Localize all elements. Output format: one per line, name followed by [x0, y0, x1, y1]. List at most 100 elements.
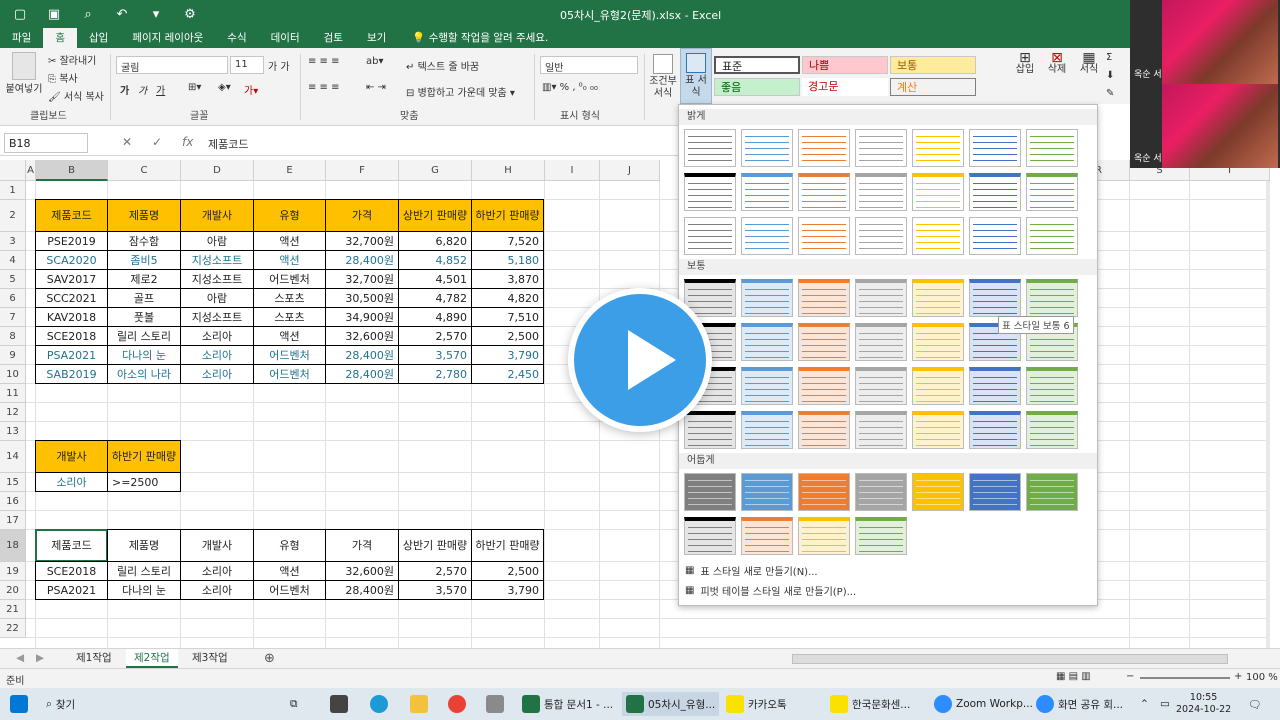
- formula-input[interactable]: 제품코드: [208, 136, 248, 152]
- column-header[interactable]: E: [254, 160, 326, 181]
- font-size-select[interactable]: 11: [230, 56, 264, 74]
- conditional-format-button[interactable]: 조건부 서식: [648, 54, 678, 100]
- table-cell[interactable]: 소리아: [180, 326, 254, 346]
- accounting-icon[interactable]: ▥▾ % , ⁰₀ ₀₀: [542, 82, 598, 93]
- result-cell[interactable]: SCE2018: [35, 561, 108, 581]
- table-cell[interactable]: 아람: [180, 231, 254, 251]
- table-cell[interactable]: 4,782: [398, 288, 472, 308]
- taskbar-screen-share[interactable]: 화면 공유 회...: [1036, 692, 1123, 716]
- tab-file[interactable]: 파일: [0, 28, 43, 48]
- table-style-medium[interactable]: [1026, 367, 1078, 405]
- bold-button[interactable]: 가: [120, 82, 129, 97]
- table-style-medium[interactable]: [741, 411, 793, 449]
- row-header[interactable]: 7: [0, 308, 26, 327]
- column-header[interactable]: I: [545, 160, 600, 181]
- tray-chevron-icon[interactable]: ⌃: [1140, 692, 1149, 716]
- table-style-medium[interactable]: [741, 279, 793, 317]
- tell-me-box[interactable]: 💡 수행할 작업을 알려 주세요.: [398, 28, 548, 48]
- table-cell[interactable]: 28,400원: [325, 345, 399, 365]
- table-cell[interactable]: 아람: [180, 288, 254, 308]
- table-cell[interactable]: 32,700원: [325, 269, 399, 289]
- row-header[interactable]: 9: [0, 346, 26, 365]
- folder-icon[interactable]: [410, 692, 428, 716]
- table-cell[interactable]: 좀비5: [107, 250, 181, 270]
- row-header[interactable]: 18: [0, 530, 26, 562]
- zoom-level[interactable]: 100 %: [1246, 672, 1278, 683]
- table-cell[interactable]: 잠수함: [107, 231, 181, 251]
- zoom-slider[interactable]: [1140, 677, 1230, 679]
- table-header[interactable]: 개발사: [180, 199, 254, 232]
- result-header[interactable]: 유형: [253, 529, 326, 562]
- taskbar-excel-1[interactable]: 통합 문서1 - ...: [522, 692, 613, 716]
- table-cell[interactable]: PSA2021: [35, 345, 108, 365]
- table-cell[interactable]: 3,790: [471, 345, 544, 365]
- indent-icon[interactable]: ⇤ ⇥: [366, 82, 386, 93]
- row-header[interactable]: 6: [0, 289, 26, 308]
- undo-icon[interactable]: ↶: [112, 4, 132, 24]
- tab-formulas[interactable]: 수식: [215, 28, 258, 48]
- name-box[interactable]: B18: [4, 133, 88, 153]
- column-header[interactable]: A: [26, 160, 36, 181]
- customize-icon[interactable]: ⚙: [180, 4, 200, 24]
- font-name-select[interactable]: 굴림: [116, 56, 228, 74]
- sheet-tab-2[interactable]: 제2작업: [126, 649, 178, 668]
- table-cell[interactable]: 스포츠: [253, 307, 326, 327]
- table-style-medium[interactable]: [1026, 411, 1078, 449]
- italic-button[interactable]: 가: [138, 82, 147, 97]
- table-style-dark[interactable]: [855, 473, 907, 511]
- table-cell[interactable]: 28,400원: [325, 364, 399, 384]
- table-style-medium[interactable]: [969, 411, 1021, 449]
- table-header[interactable]: 유형: [253, 199, 326, 232]
- function-icon[interactable]: fx: [182, 135, 193, 149]
- table-cell[interactable]: SAB2019: [35, 364, 108, 384]
- autosum-icon[interactable]: Σ: [1106, 52, 1112, 63]
- table-cell[interactable]: 소리아: [180, 364, 254, 384]
- table-cell[interactable]: 지성소프트: [180, 250, 254, 270]
- table-cell[interactable]: 2,780: [398, 364, 472, 384]
- table-style-light[interactable]: [1026, 173, 1078, 211]
- table-style-medium[interactable]: [798, 367, 850, 405]
- table-cell[interactable]: 다나의 눈: [107, 345, 181, 365]
- table-style-medium[interactable]: [1026, 279, 1078, 317]
- column-header[interactable]: D: [181, 160, 254, 181]
- table-cell[interactable]: 2,450: [471, 364, 544, 384]
- result-header[interactable]: 가격: [325, 529, 399, 562]
- table-style-light[interactable]: [798, 217, 850, 255]
- table-style-light[interactable]: [912, 173, 964, 211]
- redo-icon[interactable]: ▾: [146, 4, 166, 24]
- table-style-light[interactable]: [798, 129, 850, 167]
- taskbar-kakaotalk[interactable]: 카카오톡: [726, 692, 787, 716]
- table-cell[interactable]: 4,501: [398, 269, 472, 289]
- cell-style-warning[interactable]: 경고문: [802, 78, 888, 96]
- cell-style-neutral[interactable]: 보통: [890, 56, 976, 74]
- table-cell[interactable]: 골프: [107, 288, 181, 308]
- table-cell[interactable]: 30,500원: [325, 288, 399, 308]
- result-cell[interactable]: 32,600원: [325, 561, 399, 581]
- row-header[interactable]: 22: [0, 619, 26, 638]
- table-cell[interactable]: 2,570: [398, 326, 472, 346]
- table-style-light[interactable]: [855, 217, 907, 255]
- table-style-dark[interactable]: [741, 473, 793, 511]
- fill-icon[interactable]: ⬇: [1106, 70, 1114, 81]
- criteria-header[interactable]: 하반기 판매량: [107, 440, 181, 473]
- result-cell[interactable]: 3,790: [471, 580, 544, 600]
- table-style-medium[interactable]: [912, 323, 964, 361]
- result-header[interactable]: 제품코드: [35, 529, 108, 562]
- column-header[interactable]: C: [108, 160, 181, 181]
- table-cell[interactable]: 어드벤처: [253, 364, 326, 384]
- table-cell[interactable]: PSE2019: [35, 231, 108, 251]
- table-cell[interactable]: 4,890: [398, 307, 472, 327]
- result-header[interactable]: 상반기 판매량: [398, 529, 472, 562]
- delete-cells-button[interactable]: ⊠ 삭제: [1042, 51, 1072, 76]
- cancel-icon[interactable]: ✕: [122, 135, 132, 149]
- table-style-light[interactable]: [855, 173, 907, 211]
- result-cell[interactable]: 소리아: [180, 561, 254, 581]
- grow-font-icon[interactable]: 가 가: [268, 58, 290, 73]
- play-button-icon[interactable]: [568, 288, 712, 432]
- sheet-tab-1[interactable]: 제1작업: [68, 649, 120, 668]
- table-style-medium[interactable]: [912, 279, 964, 317]
- row-header[interactable]: 21: [0, 600, 26, 619]
- table-style-medium[interactable]: [969, 279, 1021, 317]
- task-view-icon[interactable]: ⧉: [290, 692, 298, 716]
- table-cell[interactable]: 어드벤처: [253, 269, 326, 289]
